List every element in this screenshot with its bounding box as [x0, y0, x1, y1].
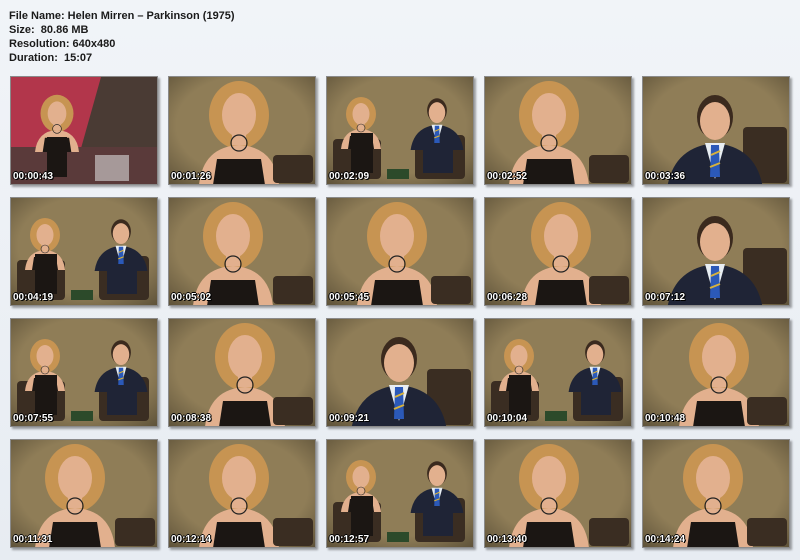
video-thumbnail: 00:01:26 — [168, 76, 316, 185]
video-thumbnail: 00:02:09 — [326, 76, 474, 185]
file-size-text: Size: 80.86 MB — [9, 24, 89, 36]
timestamp-label: 00:05:45 — [329, 292, 370, 303]
timestamp-label: 00:07:12 — [645, 292, 686, 303]
file-info-header: File Name: Helen Mirren – Parkinson (197… — [9, 9, 235, 65]
duration-text: Duration: 15:07 — [9, 52, 93, 64]
video-thumbnail: 00:02:52 — [484, 76, 632, 185]
timestamp-label: 00:07:55 — [13, 413, 54, 424]
video-thumbnail: 00:13:40 — [484, 439, 632, 548]
video-thumbnail: 00:12:57 — [326, 439, 474, 548]
video-thumbnail: 00:10:48 — [642, 318, 790, 427]
timestamp-label: 00:01:26 — [171, 171, 212, 182]
timestamp-label: 00:11:31 — [13, 534, 53, 545]
resolution-text: Resolution: 640x480 — [9, 38, 116, 50]
timestamp-label: 00:08:38 — [171, 413, 212, 424]
video-thumbnail: 00:03:36 — [642, 76, 790, 185]
video-thumbnail: 00:07:55 — [10, 318, 158, 427]
timestamp-label: 00:06:28 — [487, 292, 528, 303]
timestamp-label: 00:12:57 — [329, 534, 370, 545]
timestamp-label: 00:10:48 — [645, 413, 686, 424]
timestamp-label: 00:02:09 — [329, 171, 370, 182]
video-thumbnail: 00:12:14 — [168, 439, 316, 548]
thumbnail-grid: 00:00:43 00:01:26 00:02:09 00:02:52 00:0… — [10, 76, 800, 560]
video-thumbnail: 00:05:45 — [326, 197, 474, 306]
timestamp-label: 00:14:24 — [645, 534, 686, 545]
timestamp-label: 00:13:40 — [487, 534, 528, 545]
timestamp-label: 00:02:52 — [487, 171, 528, 182]
video-thumbnail: 00:00:43 — [10, 76, 158, 185]
video-thumbnail: 00:11:31 — [10, 439, 158, 548]
video-thumbnail: 00:14:24 — [642, 439, 790, 548]
video-thumbnail: 00:09:21 — [326, 318, 474, 427]
video-thumbnail: 00:07:12 — [642, 197, 790, 306]
video-thumbnail: 00:08:38 — [168, 318, 316, 427]
timestamp-label: 00:04:19 — [13, 292, 54, 303]
timestamp-label: 00:05:02 — [171, 292, 212, 303]
timestamp-label: 00:03:36 — [645, 171, 686, 182]
video-thumbnail: 00:06:28 — [484, 197, 632, 306]
video-thumbnail: 00:10:04 — [484, 318, 632, 427]
timestamp-label: 00:12:14 — [171, 534, 212, 545]
video-thumbnail: 00:04:19 — [10, 197, 158, 306]
file-name-text: File Name: Helen Mirren – Parkinson (197… — [9, 10, 235, 22]
video-thumbnail: 00:05:02 — [168, 197, 316, 306]
timestamp-label: 00:00:43 — [13, 171, 54, 182]
timestamp-label: 00:10:04 — [487, 413, 528, 424]
timestamp-label: 00:09:21 — [329, 413, 370, 424]
